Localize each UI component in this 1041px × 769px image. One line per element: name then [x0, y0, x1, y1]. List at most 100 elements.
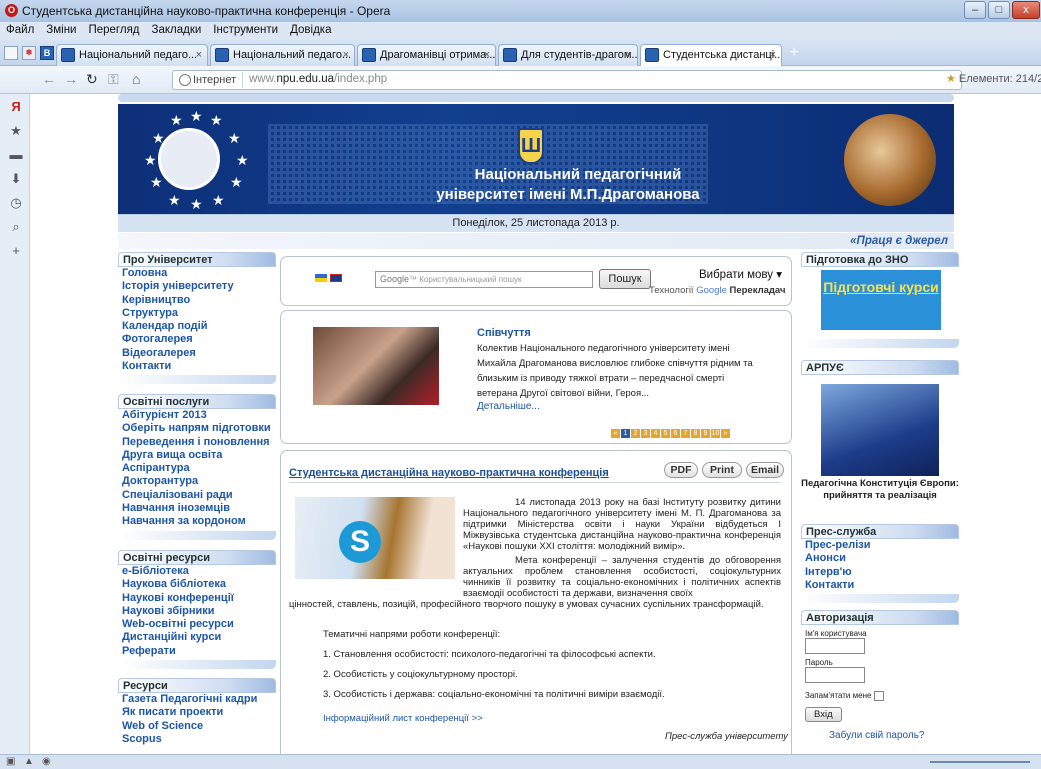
back-arrow-icon[interactable]: ← — [42, 71, 56, 87]
link-second-degree[interactable]: Друга вища освіта — [118, 449, 276, 462]
link-specialized-councils[interactable]: Спеціалізовані ради — [118, 489, 276, 502]
link-history[interactable]: Історія університету — [118, 280, 276, 293]
menu-file[interactable]: Файл — [0, 22, 40, 36]
tab-1[interactable]: Національний педаго... × — [56, 44, 208, 66]
link-scientific-library[interactable]: Наукова бібліотека — [118, 578, 276, 591]
url-text[interactable]: www.npu.edu.ua/index.php — [249, 73, 387, 85]
menu-help[interactable]: Довідка — [284, 22, 337, 36]
pager-next[interactable]: » — [721, 429, 730, 438]
history-clock-icon[interactable]: ◷ — [9, 196, 23, 210]
pager-page-8[interactable]: 8 — [691, 429, 700, 438]
pager-page-4[interactable]: 4 — [651, 429, 660, 438]
link-video-gallery[interactable]: Відеогалерея — [118, 347, 276, 360]
link-doctoral[interactable]: Докторантура — [118, 475, 276, 488]
link-how-to-write-projects[interactable]: Як писати проекти — [118, 706, 276, 719]
reload-icon[interactable]: ↻ — [86, 71, 98, 88]
images-icon[interactable]: ◉ — [42, 756, 51, 767]
bookmark-star-icon[interactable]: ★ — [946, 73, 956, 85]
pager-page-2[interactable]: 2 — [631, 429, 640, 438]
zoom-slider[interactable] — [930, 761, 1030, 763]
link-choose-direction[interactable]: Оберіть напрям підготовки — [118, 422, 276, 435]
tab-menu-icon[interactable] — [4, 46, 18, 60]
speed-dial-icon[interactable]: ❄ — [22, 46, 36, 60]
print-button[interactable]: Print — [702, 462, 742, 478]
link-scopus[interactable]: Scopus — [118, 733, 276, 746]
minimize-button[interactable]: – — [964, 1, 986, 19]
link-home[interactable]: Головна — [118, 267, 276, 280]
downloads-icon[interactable]: ⬇ — [9, 172, 23, 186]
news-read-more-link[interactable]: Детальніше... — [477, 401, 540, 412]
menu-view[interactable]: Перегляд — [82, 22, 145, 36]
menu-bookmarks[interactable]: Закладки — [146, 22, 208, 36]
link-collections[interactable]: Наукові збірники — [118, 605, 276, 618]
link-photo-gallery[interactable]: Фотогалерея — [118, 333, 276, 346]
pager-prev[interactable]: « — [611, 429, 620, 438]
link-contacts[interactable]: Контакти — [118, 360, 276, 373]
bookmarks-star-icon[interactable]: ★ — [9, 124, 23, 138]
password-input[interactable] — [805, 667, 865, 683]
link-foreign-students[interactable]: Навчання іноземців — [118, 502, 276, 515]
email-button[interactable]: Email — [746, 462, 784, 478]
menu-edit[interactable]: Зміни — [40, 22, 82, 36]
turbo-icon[interactable]: ▲ — [24, 756, 34, 767]
link-transfer[interactable]: Переведення і поновлення — [118, 436, 276, 449]
tab-5-active[interactable]: Студентська дистанці... × — [640, 44, 782, 67]
close-tab-icon[interactable]: × — [770, 45, 776, 65]
security-badge[interactable]: Інтернет — [175, 72, 244, 88]
link-press-releases[interactable]: Прес-релізи — [801, 539, 959, 552]
link-leadership[interactable]: Керівництво — [118, 294, 276, 307]
pager-page-6[interactable]: 6 — [671, 429, 680, 438]
link-conferences[interactable]: Наукові конференції — [118, 592, 276, 605]
link-abstracts[interactable]: Реферати — [118, 645, 276, 658]
link-announcements[interactable]: Анонси — [801, 552, 959, 565]
remember-checkbox[interactable] — [873, 691, 884, 701]
tab-2[interactable]: Національний педаго... × — [210, 44, 355, 66]
add-panel-plus-icon[interactable]: + — [9, 244, 23, 258]
arpue-caption[interactable]: Педагогічна Конституція Європи: прийнятт… — [801, 478, 959, 502]
close-tab-icon[interactable]: × — [343, 45, 349, 65]
username-input[interactable] — [805, 638, 865, 654]
home-icon[interactable]: ⌂ — [132, 71, 140, 87]
address-field[interactable]: Інтернет www.npu.edu.ua/index.php — [172, 70, 962, 90]
close-tab-icon[interactable]: × — [484, 45, 490, 65]
tab-3[interactable]: Драгоманівці отрима... × — [357, 44, 496, 66]
yandex-icon[interactable]: Я — [9, 100, 23, 114]
language-select[interactable]: Вибрати мову ▾ — [699, 267, 782, 281]
info-letter-link[interactable]: Інформаційний лист конференції >> — [323, 713, 483, 724]
close-tab-icon[interactable]: × — [626, 45, 632, 65]
link-study-abroad[interactable]: Навчання за кордоном — [118, 515, 276, 528]
link-web-of-science[interactable]: Web of Science — [118, 720, 276, 733]
google-search-input[interactable]: Google™ Користувальницький пошук — [375, 271, 593, 288]
pager-page-5[interactable]: 5 — [661, 429, 670, 438]
tab-4[interactable]: Для студентів-драгом... × — [498, 44, 638, 66]
search-icon[interactable]: ⌕ — [9, 220, 23, 234]
close-tab-icon[interactable]: × — [196, 45, 202, 65]
article-title[interactable]: Студентська дистанційна науково-практичн… — [289, 467, 609, 479]
login-button[interactable]: Вхід — [805, 707, 842, 722]
key-icon[interactable]: ⚿ — [108, 71, 119, 88]
link-e-library[interactable]: e-Бібліотека — [118, 565, 276, 578]
book-cover-image[interactable] — [821, 384, 939, 476]
pager-page-3[interactable]: 3 — [641, 429, 650, 438]
link-applicant-2013[interactable]: Абітурієнт 2013 — [118, 409, 276, 422]
forward-arrow-icon[interactable]: → — [64, 71, 78, 87]
menu-tools[interactable]: Інструменти — [207, 22, 284, 36]
prep-courses-banner[interactable]: Підготовчі курси — [821, 270, 941, 330]
pdf-button[interactable]: PDF — [664, 462, 698, 478]
pager-page-9[interactable]: 9 — [701, 429, 710, 438]
forgot-password-link[interactable]: Забули свій пароль? — [829, 730, 959, 741]
pager-page-10[interactable]: 10 — [711, 429, 720, 438]
link-structure[interactable]: Структура — [118, 307, 276, 320]
search-button[interactable]: Пошук — [599, 269, 651, 289]
panel-toggle-icon[interactable]: ▣ — [6, 756, 15, 767]
pager-page-1[interactable]: 1 — [621, 429, 630, 438]
link-newspaper[interactable]: Газета Педагогічні кадри — [118, 693, 276, 706]
link-press-contacts[interactable]: Контакти — [801, 579, 959, 592]
link-distance-courses[interactable]: Дистанційні курси — [118, 631, 276, 644]
link-web-resources[interactable]: Web-освітні ресурси — [118, 618, 276, 631]
link-interviews[interactable]: Інтерв'ю — [801, 566, 959, 579]
pager-page-7[interactable]: 7 — [681, 429, 690, 438]
link-events-calendar[interactable]: Календар подій — [118, 320, 276, 333]
link-postgraduate[interactable]: Аспірантура — [118, 462, 276, 475]
news-title[interactable]: Співчуття — [477, 327, 531, 339]
